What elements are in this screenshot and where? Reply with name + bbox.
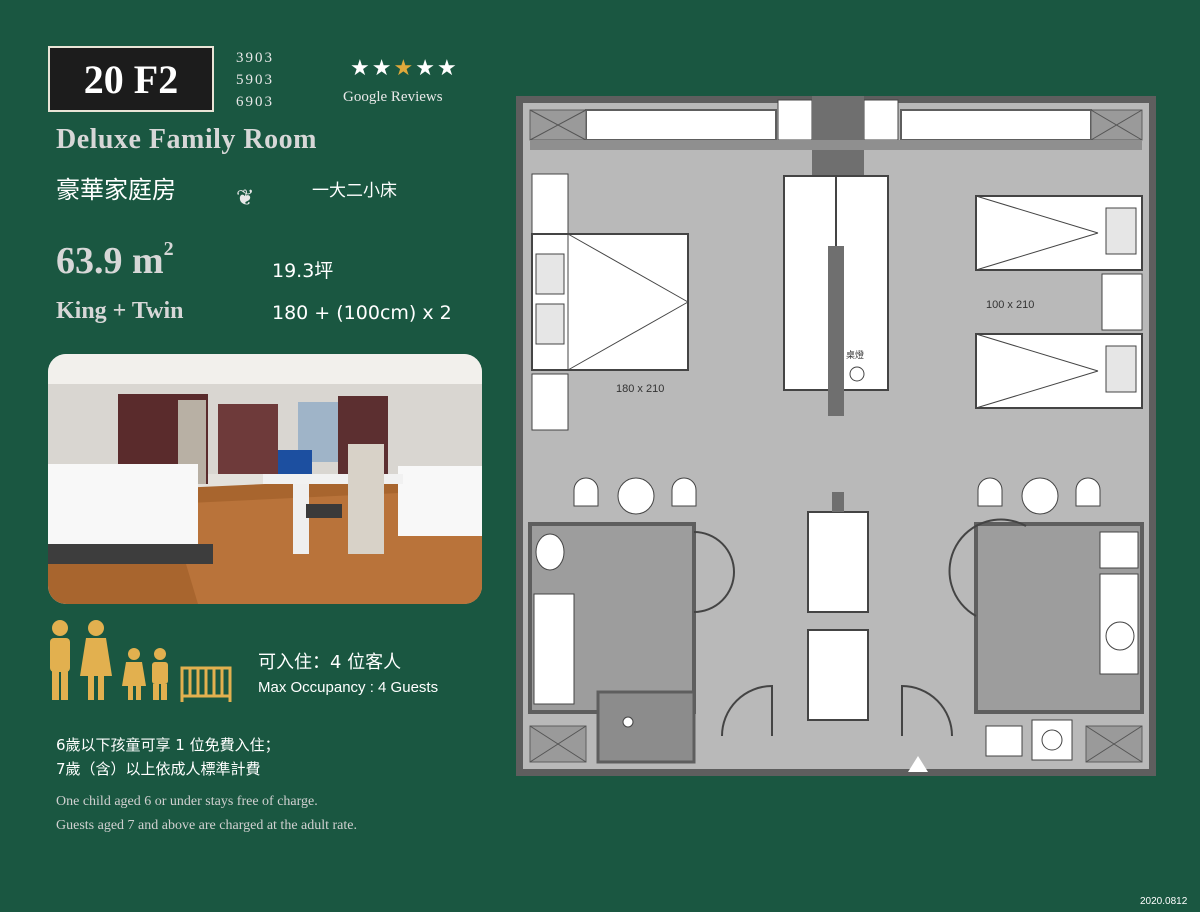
version-date: 2020.0812 (1140, 896, 1188, 907)
floor-plan: 180 x 210 桌燈 100 x 210 (509, 89, 1163, 783)
appliance-right-2 (1031, 719, 1073, 761)
room-title-zh: 豪華家庭房 (56, 176, 176, 204)
area-unit-sup: 2 (163, 238, 174, 260)
area-value: 63.9 m (56, 240, 164, 282)
rating-stars: ★★★★★ (350, 56, 459, 81)
star-icon: ★ (415, 56, 437, 81)
twin-pillow-2 (1105, 345, 1137, 393)
column-box-left (777, 99, 813, 141)
occupancy-zh: 可入住：4 位客人 (258, 652, 402, 673)
twin-bed-dimension: 100 x 210 (986, 299, 1034, 311)
room-number-1: 3903 (236, 50, 274, 66)
room-photo (48, 354, 482, 604)
room-photo-illustration (48, 354, 482, 604)
floor-plan-drawing: 180 x 210 桌燈 100 x 210 (509, 89, 1163, 783)
adult-male-icon (50, 620, 70, 700)
desk-lamp-label: 桌燈 (846, 349, 864, 360)
child-policy-zh-line-2: 7歲（含）以上依成人標準計費 (56, 760, 261, 778)
floor-badge: 20 F2 (48, 46, 214, 112)
child-girl-icon (122, 648, 146, 700)
vanity-right (1099, 573, 1139, 675)
toilet-left (535, 533, 565, 571)
reviews-label: Google Reviews (343, 89, 443, 105)
appliance-right-1 (985, 725, 1023, 757)
wardrobe-bottom (807, 629, 869, 721)
vanity-left (533, 593, 575, 705)
child-boy-icon (152, 648, 168, 700)
room-area: 63.9 m2 (56, 238, 174, 283)
bed-type-zh: 一大二小床 (312, 181, 397, 201)
nightstand-top-left (531, 173, 569, 235)
window-right (900, 109, 1092, 141)
nightstand-right (1101, 273, 1143, 331)
star-icon: ★ (393, 56, 416, 81)
desk-partition (828, 246, 844, 416)
star-icon: ★ (371, 56, 394, 81)
column-box-right (863, 99, 899, 141)
child-policy-en-line-1: One child aged 6 or under stays free of … (56, 794, 318, 809)
bed-size: 180 + (100cm) x 2 (272, 302, 452, 324)
shower-left (596, 690, 696, 764)
twin-pillow-1 (1105, 207, 1137, 255)
pillow-2 (535, 303, 565, 345)
adult-female-icon (80, 620, 112, 700)
central-column (812, 96, 864, 176)
bed-type-en: King + Twin (56, 298, 184, 324)
room-number-3: 6903 (236, 94, 274, 110)
child-policy-en-line-2: Guests aged 7 and above are charged at t… (56, 818, 357, 833)
room-number-2: 5903 (236, 72, 274, 88)
window-left (585, 109, 777, 141)
occupancy-en: Max Occupancy : 4 Guests (258, 679, 439, 696)
star-icon: ★ (350, 56, 372, 81)
nightstand-bottom-left (531, 373, 569, 431)
king-bed-dimension: 180 x 210 (616, 383, 664, 395)
curtain-track (530, 140, 1142, 150)
leaf-ornament-icon: ❦ (236, 186, 255, 211)
room-title-en: Deluxe Family Room (56, 124, 317, 155)
child-policy-zh-line-1: 6歲以下孩童可享 1 位免費入住； (56, 736, 280, 754)
wardrobe-top (807, 511, 869, 613)
room-area-ping: 19.3坪 (272, 260, 334, 282)
occupancy-icons (46, 618, 246, 704)
shelf-right (1099, 531, 1139, 569)
pillow-1 (535, 253, 565, 295)
star-icon: ★ (436, 56, 459, 81)
crib-icon (180, 666, 232, 702)
